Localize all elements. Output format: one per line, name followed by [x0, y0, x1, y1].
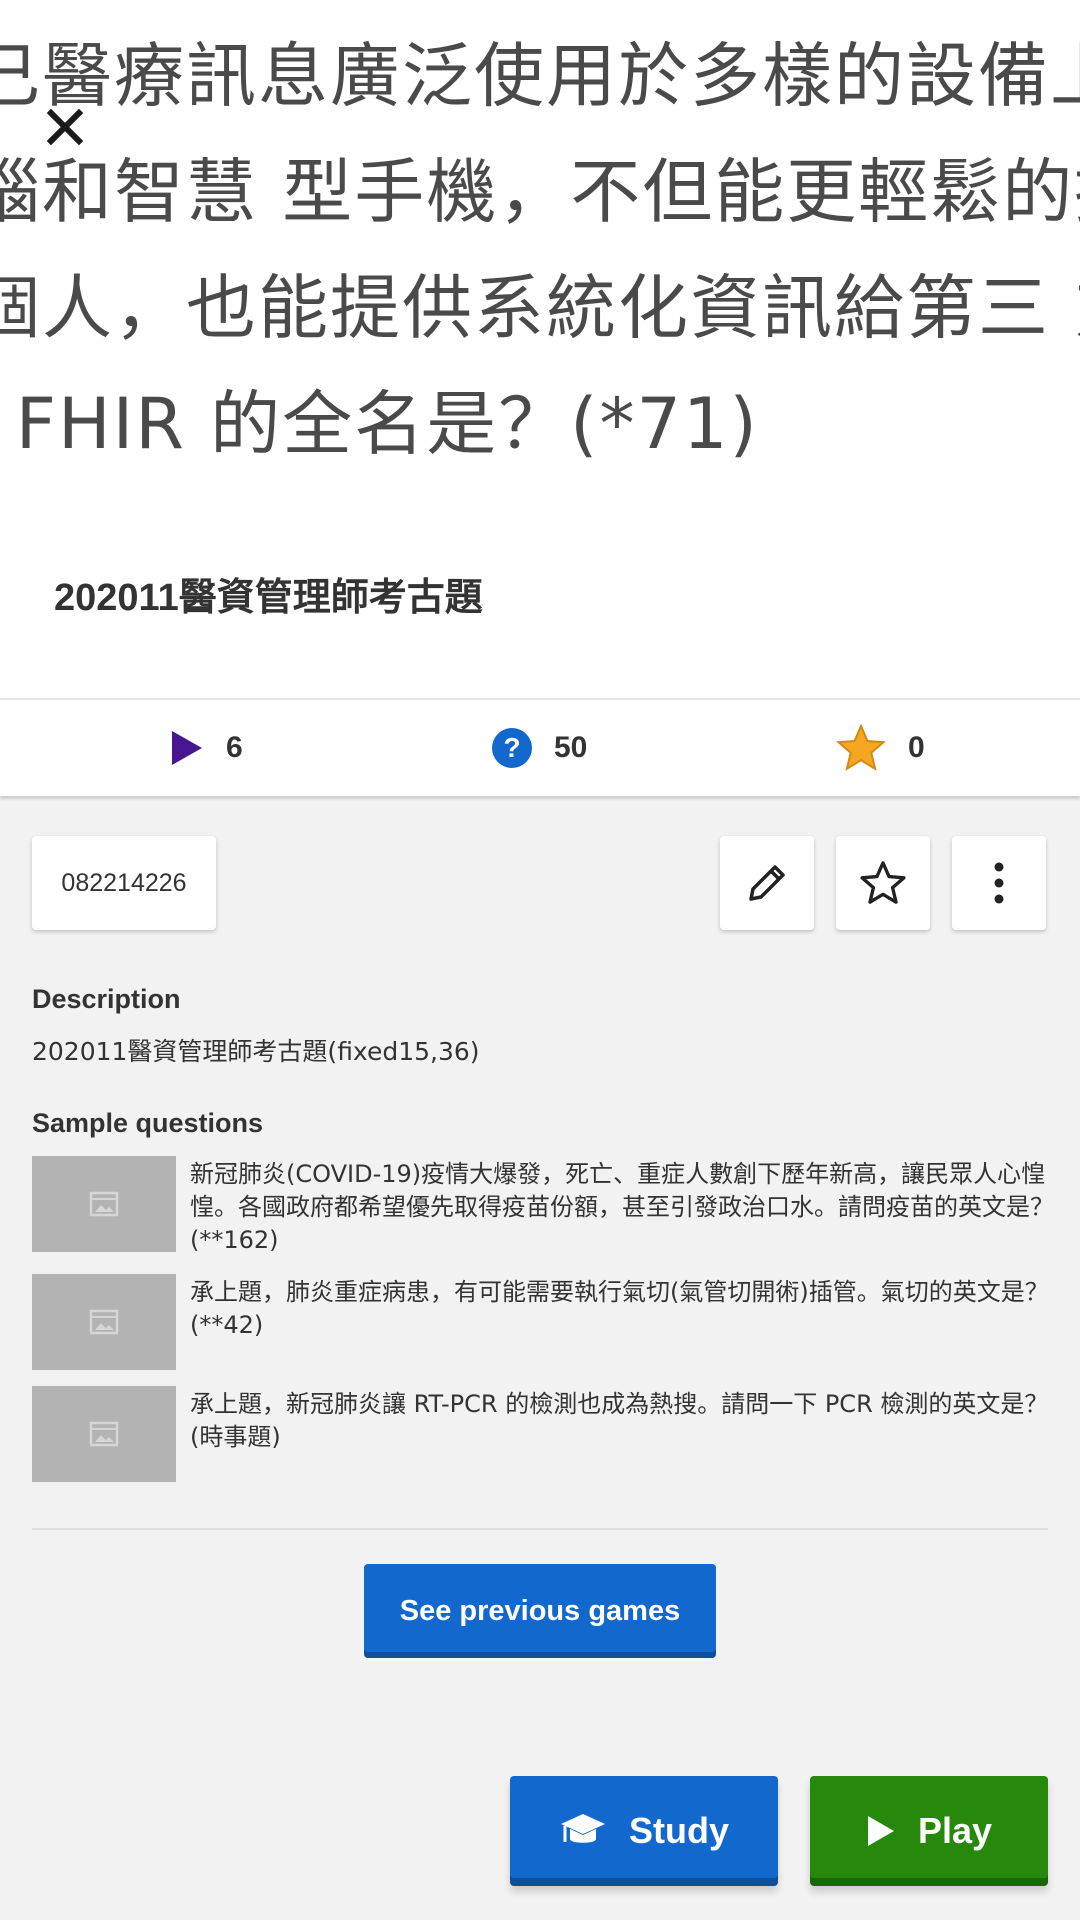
question-text: 承上題，肺炎重症病患，有可能需要執行氣切(氣管切開術)插管。氣切的英文是？(**…: [190, 1278, 1049, 1339]
title-section: 202011醫資管理師考古題: [0, 500, 1080, 698]
image-placeholder-icon: [89, 1309, 119, 1335]
question-text: 新冠肺炎(COVID-19)疫情大爆發，死亡、重症人數創下歷年新高，讓民眾人心惶…: [190, 1160, 1054, 1254]
stats-bar: 6 ? 50 0: [0, 698, 1080, 796]
graduation-cap-icon: [560, 1814, 605, 1843]
question-thumbnail: [32, 1386, 176, 1482]
sample-questions-label: Sample questions: [32, 1108, 264, 1138]
star-outline-icon: [860, 861, 906, 904]
star-icon: [836, 724, 886, 771]
cover-text-line: l FHIR 的全名是？(*71): [0, 383, 759, 465]
plays-count: 6: [226, 731, 243, 764]
questions-count: 50: [554, 731, 588, 764]
plays-stat: 6: [170, 700, 243, 796]
cover-text-line: 個人，也能提供系統化資訊給第三 方: [0, 267, 1080, 349]
image-placeholder-icon: [89, 1421, 119, 1447]
study-button[interactable]: Study: [510, 1776, 778, 1886]
favorites-count: 0: [908, 731, 925, 764]
more-vertical-icon: [994, 862, 1004, 904]
page-title: 202011醫資管理師考古題: [54, 577, 483, 619]
pencil-icon: [749, 865, 785, 901]
question-text: 承上題，新冠肺炎讓 RT-PCR 的檢測也成為熱搜。請問一下 PCR 檢測的英文…: [190, 1390, 1049, 1451]
close-icon: [47, 109, 83, 145]
description-label: Description: [32, 984, 181, 1014]
kahoot-id-badge: 082214226: [32, 836, 216, 930]
favorite-button[interactable]: [836, 836, 930, 930]
description-text: 202011醫資管理師考古題(fixed15,36): [32, 1037, 480, 1066]
study-label: Study: [628, 1810, 729, 1851]
play-label: Play: [917, 1810, 993, 1851]
question-thumbnail: [32, 1156, 176, 1252]
close-button[interactable]: [40, 102, 90, 152]
questions-stat: ? 50: [492, 700, 587, 796]
favorites-stat: 0: [836, 700, 925, 796]
play-button[interactable]: Play: [810, 1776, 1048, 1886]
cover-text-line: 腦和智慧 型手機，不但能更輕鬆的提供: [0, 151, 1080, 233]
edit-button[interactable]: [720, 836, 814, 930]
question-icon: ?: [492, 728, 532, 768]
see-previous-games-button[interactable]: See previous games: [364, 1564, 716, 1658]
cover-image: 己醫療訊息廣泛使用於多樣的設備上 腦和智慧 型手機，不但能更輕鬆的提供 個人，也…: [0, 0, 1080, 500]
image-placeholder-icon: [89, 1191, 119, 1217]
cover-text-line: 己醫療訊息廣泛使用於多樣的設備上: [0, 35, 1080, 117]
divider: [32, 1528, 1048, 1530]
question-thumbnail: [32, 1274, 176, 1370]
play-icon: [172, 731, 202, 765]
play-icon: [867, 1816, 894, 1846]
more-options-button[interactable]: [952, 836, 1046, 930]
